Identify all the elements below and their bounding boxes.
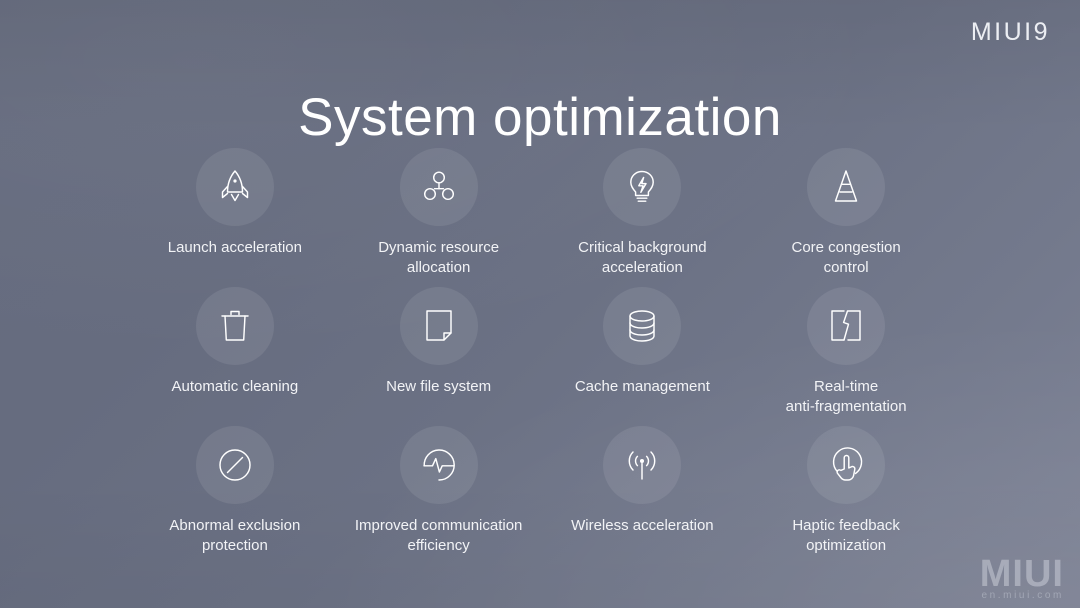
file-document-icon	[399, 287, 478, 365]
traffic-cone-icon	[807, 148, 886, 226]
feature-item-wireless-acceleration[interactable]: Wireless acceleration	[541, 426, 745, 565]
site-watermark: MIUI en.miui.com	[979, 553, 1064, 602]
touch-hand-icon	[807, 426, 886, 504]
lightbulb-bolt-icon	[603, 148, 682, 226]
presentation-slide: MIUI9 System optimization Launch acceler…	[0, 0, 1080, 608]
pulse-circle-icon	[399, 426, 478, 504]
feature-item-core-congestion-control[interactable]: Core congestion control	[744, 148, 948, 287]
page-title: System optimization	[298, 87, 782, 147]
feature-item-haptic-feedback-optimization[interactable]: Haptic feedback optimization	[744, 426, 948, 565]
rocket-icon	[195, 148, 274, 226]
miui-brand-logo: MIUI9	[970, 18, 1050, 46]
feature-label: Dynamic resource allocation	[378, 239, 500, 276]
resource-nodes-icon	[399, 148, 478, 226]
watermark-url: en.miui.com	[981, 590, 1064, 601]
feature-label: Abnormal exclusion protection	[169, 517, 301, 554]
wireless-signal-icon	[603, 426, 682, 504]
feature-label: Improved communication efficiency	[354, 517, 523, 554]
prohibition-circle-icon	[195, 426, 274, 504]
feature-label: Real-time anti-fragmentation	[785, 378, 907, 415]
feature-grid: Launch acceleration Dynamic resource all…	[133, 148, 948, 565]
feature-label: Automatic cleaning	[171, 378, 299, 395]
feature-label: Core congestion control	[791, 239, 901, 276]
database-stack-icon	[603, 287, 682, 365]
feature-item-dynamic-resource-allocation[interactable]: Dynamic resource allocation	[337, 148, 541, 287]
feature-item-cache-management[interactable]: Cache management	[541, 287, 745, 426]
feature-item-critical-background-acceleration[interactable]: Critical background acceleration	[541, 148, 745, 287]
feature-label: New file system	[386, 378, 492, 395]
feature-item-launch-acceleration[interactable]: Launch acceleration	[133, 148, 337, 287]
feature-item-improved-communication-efficiency[interactable]: Improved communication efficiency	[337, 426, 541, 565]
feature-item-abnormal-exclusion-protection[interactable]: Abnormal exclusion protection	[133, 426, 337, 565]
feature-label: Launch acceleration	[167, 239, 302, 256]
feature-label: Cache management	[574, 378, 710, 395]
trash-can-icon	[195, 287, 274, 365]
feature-label: Haptic feedback optimization	[792, 517, 900, 554]
fragmented-square-icon	[807, 287, 886, 365]
feature-item-automatic-cleaning[interactable]: Automatic cleaning	[133, 287, 337, 426]
feature-label: Critical background acceleration	[578, 239, 707, 276]
feature-item-real-time-anti-fragmentation[interactable]: Real-time anti-fragmentation	[744, 287, 948, 426]
watermark-title: MIUI	[979, 553, 1064, 595]
feature-item-new-file-system[interactable]: New file system	[337, 287, 541, 426]
feature-label: Wireless acceleration	[571, 517, 714, 534]
